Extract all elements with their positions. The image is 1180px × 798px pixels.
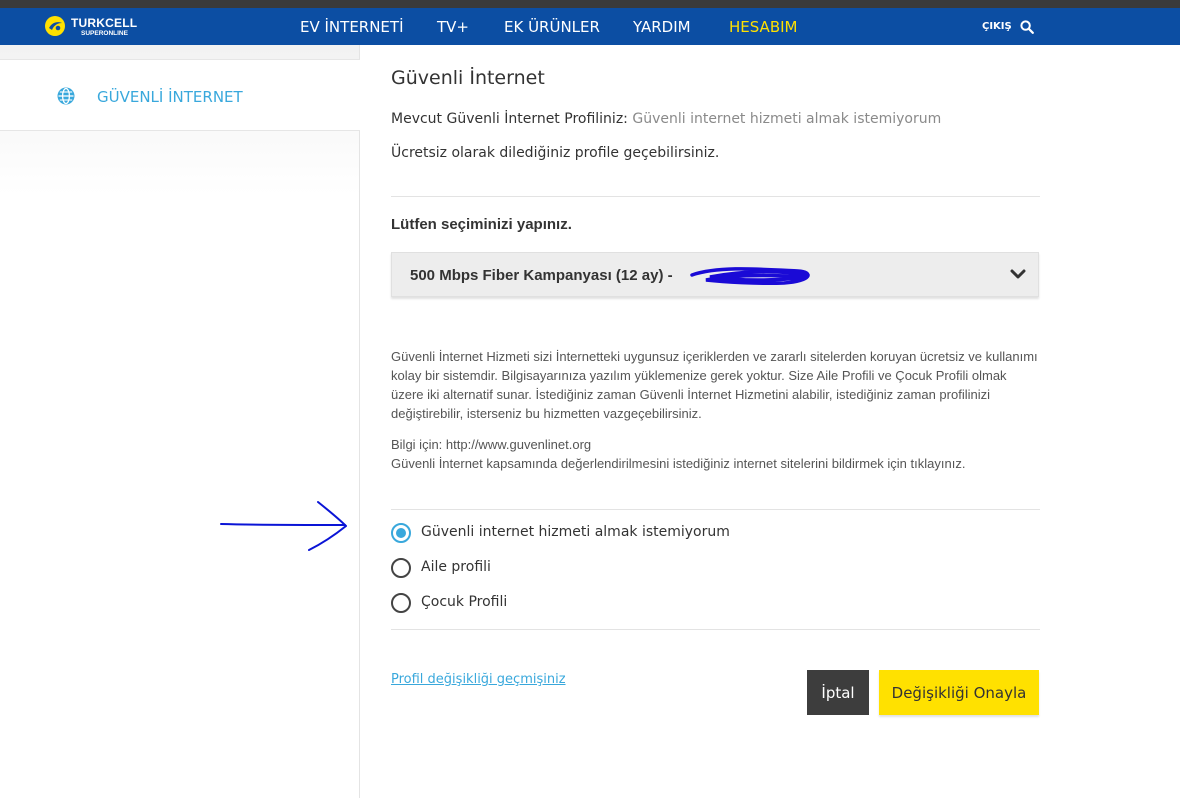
cancel-button[interactable]: İptal [807,670,869,715]
redaction-scribble [690,267,810,286]
annotation-arrow [220,501,347,551]
brand-name: TURKCELL [71,16,138,30]
divider [391,629,1040,630]
current-profile-line: Mevcut Güvenli İnternet Profiliniz: Güve… [391,111,941,127]
service-description: Güvenli İnternet Hizmeti sizi İnternette… [391,349,1038,421]
plan-select[interactable]: 500 Mbps Fiber Kampanyası (12 ay) - [391,252,1039,297]
radio-button[interactable] [391,558,411,578]
nav-item-tv[interactable]: TV+ [437,18,469,36]
divider [391,196,1040,197]
selection-label: Lütfen seçiminizi yapınız. [391,216,572,233]
free-switch-note: Ücretsiz olarak dilediğiniz profile geçe… [391,145,720,161]
page-title: Güvenli İnternet [391,67,545,89]
report-site-link[interactable]: Güvenli İnternet kapsamında değerlendiri… [391,456,965,471]
plan-select-value: 500 Mbps Fiber Kampanyası (12 ay) - [410,267,673,284]
radio-button[interactable] [391,523,411,543]
turkcell-logo-mark-icon [45,16,65,36]
nav-item-yardim[interactable]: YARDIM [633,18,691,36]
option-label: Çocuk Profili [421,594,508,610]
top-navbar: TURKCELL SUPERONLINE EV İNTERNETİ TV+ EK… [0,8,1180,45]
info-line: Bilgi için: http://www.guvenlinet.org [391,437,592,452]
chevron-down-icon [1010,269,1026,279]
confirm-change-button[interactable]: Değişikliği Onayla [879,670,1039,715]
option-label: Aile profili [421,559,491,575]
logout-link[interactable]: ÇIKIŞ [982,21,1012,32]
browser-top-strip [0,0,1180,8]
radio-button[interactable] [391,593,411,613]
search-icon[interactable] [1020,20,1034,34]
sidebar-item-label: GÜVENLİ İNTERNET [97,88,243,106]
current-profile-label: Mevcut Güvenli İnternet Profiliniz: [391,111,628,127]
current-profile-value: Güvenli internet hizmeti almak istemiyor… [632,111,942,127]
brand-subname: SUPERONLINE [81,30,128,37]
profile-history-link[interactable]: Profil değişikliği geçmişiniz [391,672,566,687]
nav-item-hesabim[interactable]: HESABIM [729,18,797,36]
option-label: Güvenli internet hizmeti almak istemiyor… [421,524,730,540]
globe-icon [57,87,75,105]
nav-item-ek-urunler[interactable]: EK ÜRÜNLER [504,18,600,36]
sidebar: GÜVENLİ İNTERNET [0,45,360,798]
divider [391,509,1040,510]
nav-item-ev-interneti[interactable]: EV İNTERNETİ [300,18,404,36]
sidebar-item-guvenli-internet[interactable]: GÜVENLİ İNTERNET [0,59,360,131]
